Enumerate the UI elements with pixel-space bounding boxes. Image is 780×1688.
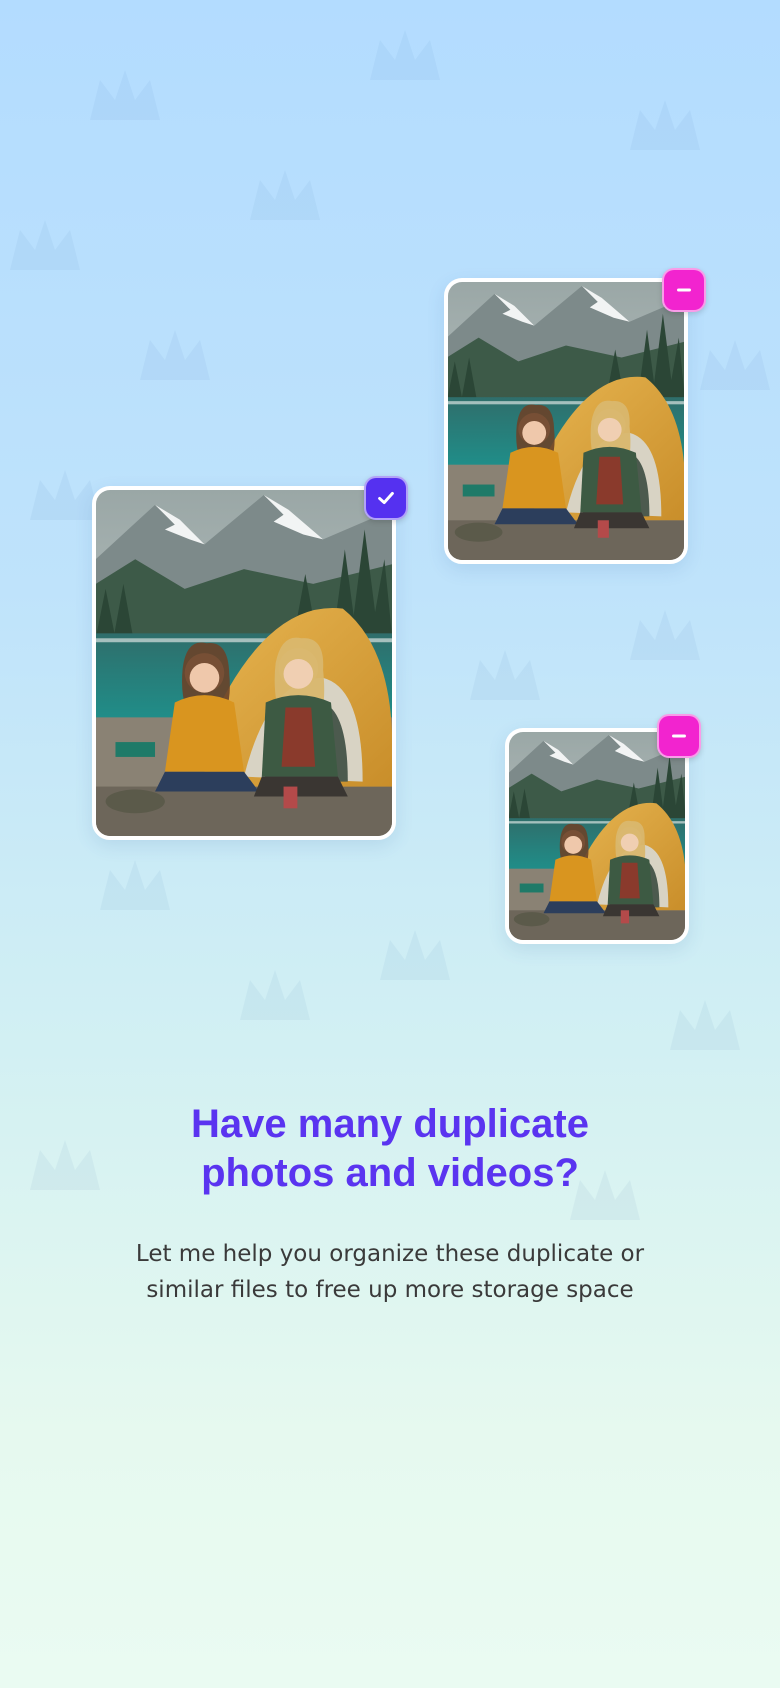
title-line-1: Have many duplicate xyxy=(191,1102,589,1146)
photo-card-main[interactable] xyxy=(92,476,408,840)
minus-icon xyxy=(672,734,686,738)
photo-thumbnail xyxy=(448,282,684,560)
page-description: Let me help you organize these duplicate… xyxy=(0,1236,780,1308)
photo-card-duplicate-1[interactable] xyxy=(444,268,706,564)
description-line-2: similar files to free up more storage sp… xyxy=(146,1277,634,1303)
description-line-1: Let me help you organize these duplicate… xyxy=(135,1241,645,1267)
check-icon xyxy=(378,491,394,505)
deselect-badge[interactable] xyxy=(657,714,701,758)
minus-icon xyxy=(677,288,691,292)
deselect-badge[interactable] xyxy=(662,268,706,312)
page-title: Have many duplicate photos and videos? xyxy=(0,1100,780,1198)
photo-thumbnail xyxy=(96,490,392,836)
title-line-2: photos and videos? xyxy=(201,1151,579,1195)
photo-card-duplicate-2[interactable] xyxy=(505,714,701,944)
photo-thumbnail xyxy=(509,732,685,940)
selected-checkbox[interactable] xyxy=(364,476,408,520)
